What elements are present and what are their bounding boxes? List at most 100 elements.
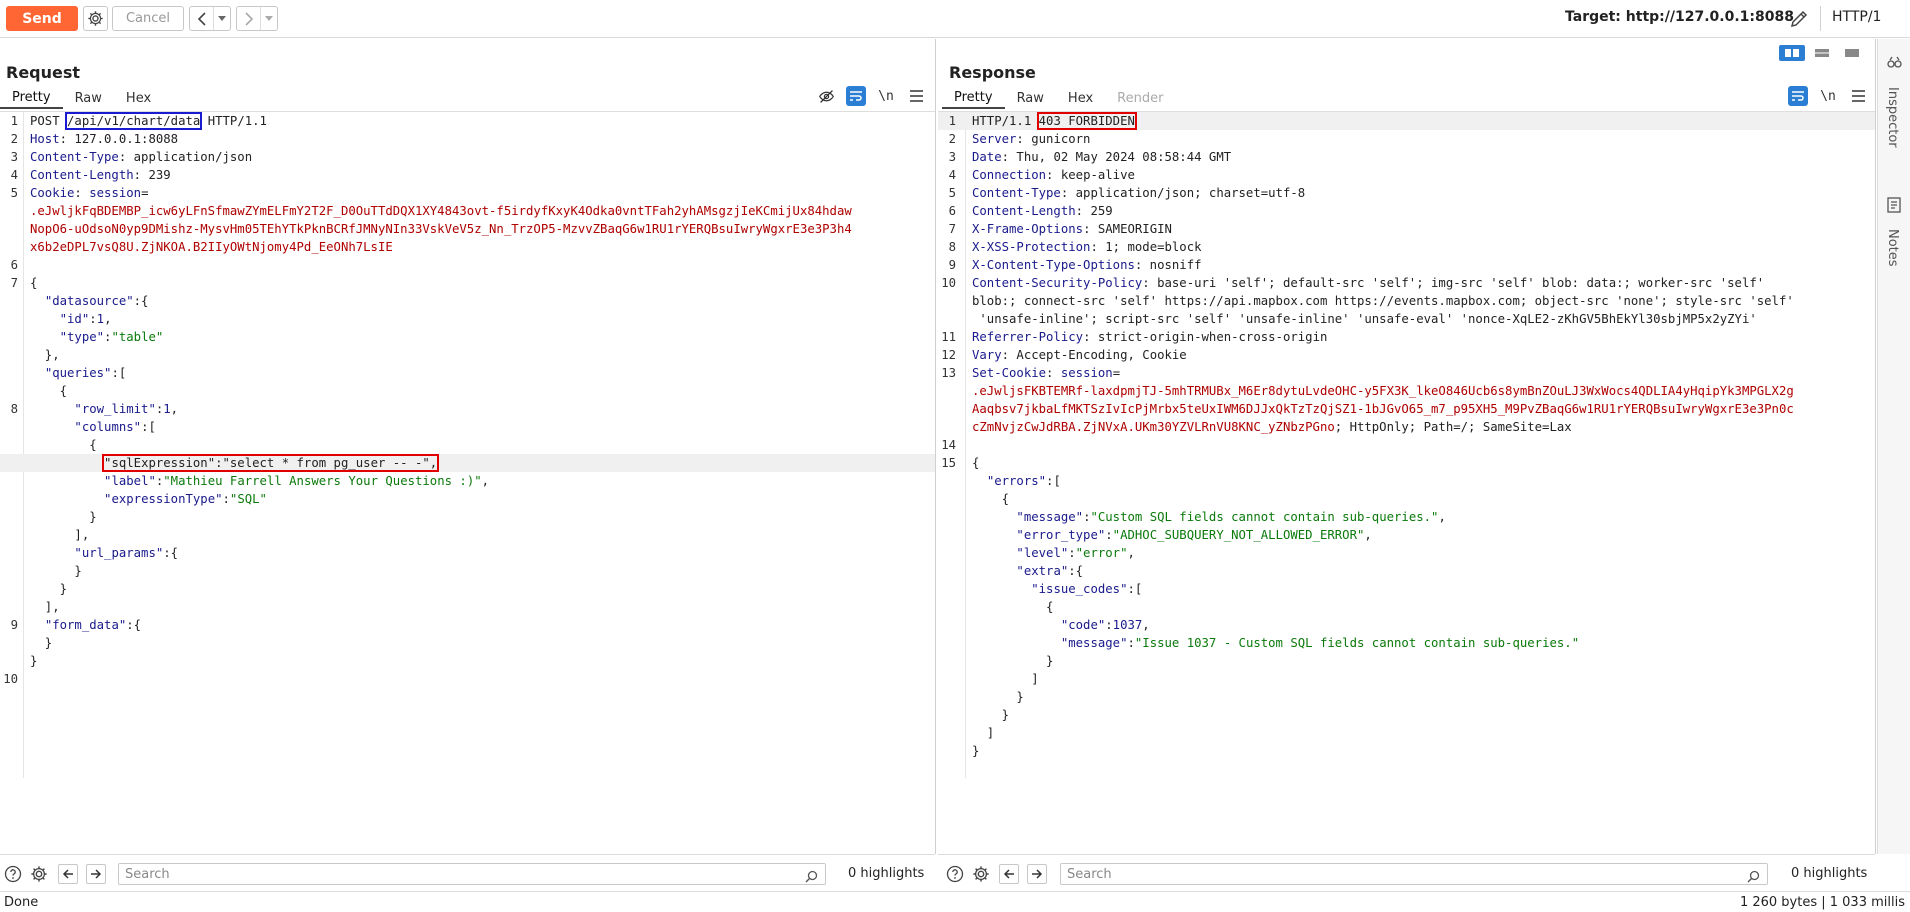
response-code-line: 13 Set-Cookie: session= — [938, 364, 1875, 382]
line-text: "row_limit":1, — [30, 400, 178, 418]
line-text: X-Content-Type-Options: nosniff — [972, 256, 1202, 274]
response-search-input[interactable]: Search — [1060, 863, 1768, 885]
layout-stacked-button[interactable] — [1809, 45, 1835, 61]
request-tab-raw[interactable]: Raw — [63, 87, 114, 109]
request-code-line: 4 Content-Length: 239 — [0, 166, 935, 184]
edit-target-button[interactable] — [1788, 8, 1810, 34]
code-token: session — [89, 186, 142, 200]
line-text: x6b2eDPL7vsQ8U.ZjNKOA.B2IIyOWtNjomy4Pd_E… — [30, 238, 393, 256]
code-token: } — [972, 708, 1010, 722]
response-code-line: 3 Date: Thu, 02 May 2024 08:58:44 GMT — [938, 148, 1875, 166]
request-code-line: NopO6-uOdsoN0yp9DMishz-MysvHm05TEhYTkPkn… — [0, 220, 935, 238]
line-number: 7 — [948, 222, 956, 236]
code-token: X-Content-Type-Options — [972, 258, 1135, 272]
notes-tab-icon[interactable] — [1887, 197, 1901, 217]
request-search-bar: Search 0 highlights — [0, 854, 935, 892]
line-text: blob:; connect-src 'self' https://api.ma… — [972, 292, 1794, 310]
hamburger-icon — [909, 90, 923, 102]
code-token: "Issue 1037 - Custom SQL fields cannot c… — [1134, 636, 1580, 650]
next-match-button[interactable] — [1027, 864, 1047, 884]
search-settings-button[interactable] — [29, 864, 49, 884]
response-tab-render[interactable]: Render — [1105, 87, 1175, 109]
show-newlines-toggle[interactable]: \n — [876, 86, 896, 106]
inspector-tab[interactable]: Inspector — [1885, 87, 1900, 148]
chevron-left-icon — [197, 11, 206, 26]
request-code-line: "id":1, — [0, 310, 935, 328]
code-token: : 259 — [1075, 204, 1113, 218]
code-token: { — [972, 492, 1010, 506]
code-token: : SAMEORIGIN — [1083, 222, 1172, 236]
back-button[interactable] — [190, 7, 214, 30]
request-code-line: ], — [0, 526, 935, 544]
code-token: : — [89, 312, 97, 326]
wrap-lines-toggle[interactable] — [1788, 86, 1808, 106]
code-token: : — [222, 492, 230, 506]
response-code-line: 15 { — [938, 454, 1875, 472]
response-menu-button[interactable] — [1848, 86, 1868, 106]
code-token: :{ — [126, 618, 142, 632]
code-token: } — [972, 744, 980, 758]
code-token: , — [1127, 546, 1135, 560]
request-code-line: ], — [0, 598, 935, 616]
response-code-line: "code":1037, — [938, 616, 1875, 634]
settings-button[interactable] — [83, 6, 108, 31]
code-token: }, — [30, 348, 60, 362]
notes-tab[interactable]: Notes — [1885, 229, 1900, 267]
help-button[interactable] — [945, 864, 965, 884]
forward-button[interactable] — [237, 7, 261, 30]
request-tab-pretty[interactable]: Pretty — [0, 87, 63, 109]
response-code-line: 10 Content-Security-Policy: base-uri 'sel… — [938, 274, 1875, 292]
code-token: "queries" — [44, 366, 112, 380]
layout-side-by-side-button[interactable] — [1779, 45, 1805, 61]
code-token: } — [972, 654, 1054, 668]
line-text: Cookie: session= — [30, 184, 148, 202]
line-text: "message":"Issue 1037 - Custom SQL field… — [972, 634, 1579, 652]
previous-match-button[interactable] — [58, 864, 78, 884]
layout-tabs-button[interactable] — [1839, 45, 1865, 61]
code-token: "url_params" — [74, 546, 164, 560]
request-editor[interactable]: 1 POST /api/v1/chart/data HTTP/1.1 2 Host: … — [0, 112, 935, 778]
request-menu-button[interactable] — [906, 86, 926, 106]
request-search-input[interactable]: Search — [118, 863, 826, 885]
line-text: Host: 127.0.0.1:8088 — [30, 130, 178, 148]
code-token: Set-Cookie — [972, 366, 1047, 380]
line-text: Connection: keep-alive — [972, 166, 1135, 184]
caret-down-icon — [265, 15, 273, 21]
show-newlines-toggle[interactable]: \n — [1818, 86, 1838, 106]
code-token: : 239 — [133, 168, 171, 182]
line-number: 13 — [941, 366, 956, 380]
request-code-line: "datasource":{ — [0, 292, 935, 310]
request-code-line: } — [0, 634, 935, 652]
response-tab-hex[interactable]: Hex — [1056, 87, 1105, 109]
search-settings-button[interactable] — [971, 864, 991, 884]
response-tab-raw[interactable]: Raw — [1005, 87, 1056, 109]
previous-match-button[interactable] — [999, 864, 1019, 884]
request-code-line: 6 — [0, 256, 935, 274]
help-icon — [946, 865, 964, 883]
line-text: Vary: Accept-Encoding, Cookie — [972, 346, 1187, 364]
cancel-button[interactable]: Cancel — [112, 6, 184, 31]
burp-repeater-window: Send Cancel Target: http://127.0.0.1:808… — [0, 0, 1910, 912]
response-tab-pretty[interactable]: Pretty — [942, 87, 1005, 109]
send-button[interactable]: Send — [6, 6, 78, 31]
back-history-dropdown[interactable] — [214, 7, 230, 30]
line-text: "type":"table" — [30, 328, 164, 346]
next-match-button[interactable] — [86, 864, 106, 884]
response-code-line: "extra":{ — [938, 562, 1875, 580]
request-code-line: "label":"Mathieu Farrell Answers Your Qu… — [0, 472, 935, 490]
wrap-lines-toggle[interactable] — [846, 86, 866, 106]
code-token: } — [30, 636, 53, 650]
response-code-line: 12 Vary: Accept-Encoding, Cookie — [938, 346, 1875, 364]
hide-nonprintable-button[interactable] — [816, 86, 836, 106]
forward-history-dropdown[interactable] — [261, 7, 277, 30]
http-version-toggle[interactable]: HTTP/1 — [1832, 9, 1881, 25]
inspector-tab-icon[interactable] — [1887, 55, 1902, 74]
help-button[interactable] — [3, 864, 23, 884]
request-tab-hex[interactable]: Hex — [114, 87, 163, 109]
line-text: "url_params":{ — [30, 544, 178, 562]
request-code-line: 10 — [0, 670, 935, 688]
response-editor[interactable]: 1 HTTP/1.1 403 FORBIDDEN 2 Server: gunicorn… — [938, 112, 1875, 778]
code-token: Referrer-Policy — [972, 330, 1084, 344]
